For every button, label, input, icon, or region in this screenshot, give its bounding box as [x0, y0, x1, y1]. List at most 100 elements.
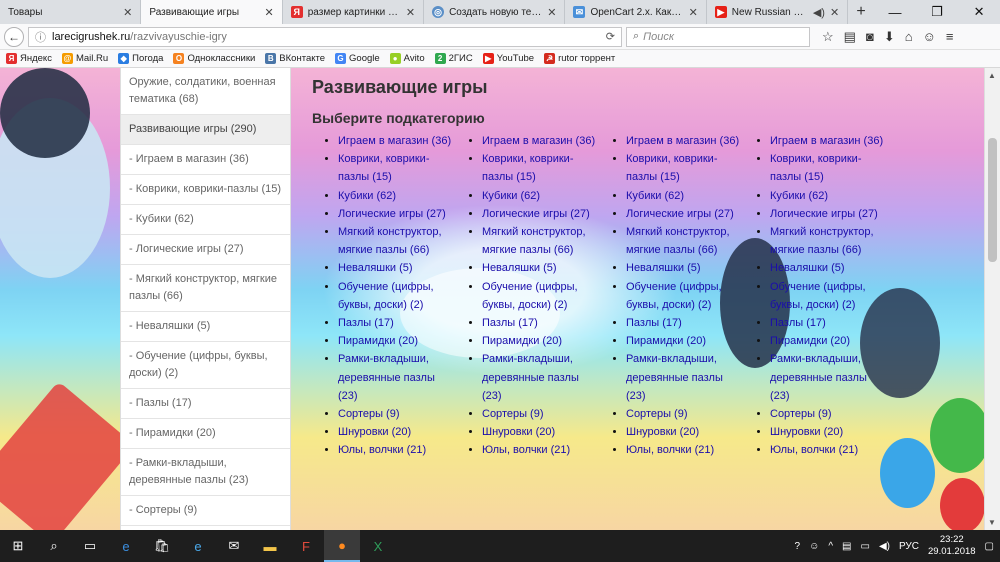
file-explorer-icon[interactable]: ▬	[252, 530, 288, 562]
scroll-up-icon[interactable]: ▲	[988, 71, 996, 80]
task-view-icon[interactable]: ▭	[72, 530, 108, 562]
subcategory-link[interactable]: Пазлы (17)	[626, 317, 682, 329]
subcategory-link[interactable]: Пирамидки (20)	[626, 335, 706, 347]
notifications-icon[interactable]: ▢	[985, 541, 994, 552]
subcategory-link[interactable]: Юлы, волчки (21)	[482, 444, 570, 456]
download-icon[interactable]: ⬇	[884, 29, 895, 45]
sidebar-category-item[interactable]: - Играем в магазин (36)	[121, 145, 290, 175]
subcategory-link[interactable]: Кубики (62)	[770, 190, 828, 202]
subcategory-link[interactable]: Шнуровки (20)	[626, 426, 699, 438]
close-icon[interactable]: ✕	[123, 6, 132, 19]
subcategory-link[interactable]: Сортеры (9)	[482, 408, 544, 420]
subcategory-link[interactable]: Сортеры (9)	[626, 408, 688, 420]
subcategory-link[interactable]: Мягкий конструктор, мягкие пазлы (66)	[482, 226, 586, 256]
subcategory-link[interactable]: Пазлы (17)	[482, 317, 538, 329]
pocket-icon[interactable]: ◙	[866, 29, 874, 45]
sidebar-category-item[interactable]: - Мягкий конструктор, мягкие пазлы (66)	[121, 265, 290, 312]
edge-icon[interactable]: e	[108, 530, 144, 562]
bookmark-item[interactable]: G Google	[335, 53, 380, 64]
sidebar-category-item[interactable]: - Пирамидки (20)	[121, 419, 290, 449]
subcategory-link[interactable]: Обучение (цифры, буквы, доски) (2)	[482, 281, 578, 311]
subcategory-link[interactable]: Неваляшки (5)	[482, 262, 557, 274]
subcategory-link[interactable]: Рамки-вкладыши, деревянные пазлы (23)	[626, 353, 723, 401]
subcategory-link[interactable]: Пирамидки (20)	[338, 335, 418, 347]
sidebar-category-item[interactable]: Развивающие игры (290)	[121, 115, 290, 145]
search-icon[interactable]: ⌕	[36, 530, 72, 562]
close-icon[interactable]: ✕	[830, 6, 839, 19]
subcategory-link[interactable]: Шнуровки (20)	[770, 426, 843, 438]
subcategory-link[interactable]: Играем в магазин (36)	[338, 135, 451, 147]
people-icon[interactable]: ☺	[809, 541, 819, 552]
filezilla-icon[interactable]: F	[288, 530, 324, 562]
close-window-icon[interactable]: ✕	[958, 0, 1000, 24]
home-icon[interactable]: ⌂	[905, 29, 913, 45]
subcategory-link[interactable]: Играем в магазин (36)	[770, 135, 883, 147]
subcategory-link[interactable]: Шнуровки (20)	[338, 426, 411, 438]
close-icon[interactable]: ✕	[265, 6, 274, 19]
subcategory-link[interactable]: Логические игры (27)	[770, 208, 878, 220]
subcategory-link[interactable]: Пазлы (17)	[338, 317, 394, 329]
tab-4[interactable]: ✉ OpenCart 2.x. Как упр ✕	[565, 0, 707, 24]
bookmark-item[interactable]: @ Mail.Ru	[61, 53, 108, 64]
menu-icon[interactable]: ≡	[946, 29, 954, 45]
subcategory-link[interactable]: Обучение (цифры, буквы, доски) (2)	[338, 281, 434, 311]
bookmark-item[interactable]: ● Avito	[389, 53, 425, 64]
subcategory-link[interactable]: Неваляшки (5)	[338, 262, 413, 274]
sidebar-category-item[interactable]: - Кубики (62)	[121, 205, 290, 235]
subcategory-link[interactable]: Неваляшки (5)	[626, 262, 701, 274]
subcategory-link[interactable]: Кубики (62)	[338, 190, 396, 202]
sidebar-category-item[interactable]: - Обучение (цифры, буквы, доски) (2)	[121, 342, 290, 389]
ie-icon[interactable]: e	[180, 530, 216, 562]
close-icon[interactable]: ✕	[406, 6, 415, 19]
tray-expand-icon[interactable]: ^	[828, 541, 833, 552]
subcategory-link[interactable]: Мягкий конструктор, мягкие пазлы (66)	[338, 226, 442, 256]
bookmark-item[interactable]: Я Яндекс	[6, 53, 52, 64]
tab-5[interactable]: ▶ New Russian Musi ◀) ✕	[707, 0, 849, 24]
subcategory-link[interactable]: Пазлы (17)	[770, 317, 826, 329]
subcategory-link[interactable]: Коврики, коврики-пазлы (15)	[626, 153, 717, 183]
sidebar-category-item[interactable]: - Сортеры (9)	[121, 496, 290, 526]
minimize-icon[interactable]: —	[874, 0, 916, 24]
clock[interactable]: 23:22 29.01.2018	[928, 534, 976, 558]
firefox-icon[interactable]: ●	[324, 530, 360, 562]
subcategory-link[interactable]: Шнуровки (20)	[482, 426, 555, 438]
subcategory-link[interactable]: Кубики (62)	[482, 190, 540, 202]
sidebar-category-item[interactable]: - Рамки-вкладыши, деревянные пазлы (23)	[121, 449, 290, 496]
network-icon[interactable]: ▤	[842, 541, 851, 552]
subcategory-link[interactable]: Логические игры (27)	[338, 208, 446, 220]
subcategory-link[interactable]: Играем в магазин (36)	[626, 135, 739, 147]
subcategory-link[interactable]: Мягкий конструктор, мягкие пазлы (66)	[770, 226, 874, 256]
subcategory-link[interactable]: Рамки-вкладыши, деревянные пазлы (23)	[770, 353, 867, 401]
scroll-down-icon[interactable]: ▼	[988, 518, 996, 527]
chat-icon[interactable]: ☺	[923, 29, 936, 45]
mail-icon[interactable]: ✉	[216, 530, 252, 562]
tab-1[interactable]: Развивающие игры ✕	[141, 0, 283, 24]
bookmark-star-icon[interactable]: ☆	[822, 29, 834, 45]
sidebar-category-item[interactable]: Оружие, солдатики, военная тематика (68)	[121, 68, 290, 115]
scrollbar-thumb[interactable]	[988, 138, 997, 262]
reading-list-icon[interactable]: ▤	[844, 29, 856, 45]
battery-icon[interactable]: ▭	[860, 541, 869, 552]
help-icon[interactable]: ?	[795, 541, 801, 552]
subcategory-link[interactable]: Мягкий конструктор, мягкие пазлы (66)	[626, 226, 730, 256]
subcategory-link[interactable]: Рамки-вкладыши, деревянные пазлы (23)	[338, 353, 435, 401]
subcategory-link[interactable]: Коврики, коврики-пазлы (15)	[770, 153, 861, 183]
url-bar[interactable]: ⓘ larecigrushek.ru/razvivayuschie-igry ⟳	[28, 26, 622, 47]
maximize-icon[interactable]: ❐	[916, 0, 958, 24]
subcategory-link[interactable]: Сортеры (9)	[338, 408, 400, 420]
bookmark-item[interactable]: O Одноклассники	[173, 53, 255, 64]
new-tab-button[interactable]: +	[848, 0, 874, 24]
bookmark-item[interactable]: B ВКонтакте	[265, 53, 325, 64]
search-input[interactable]: ⌕ Поиск	[626, 26, 810, 47]
subcategory-link[interactable]: Пирамидки (20)	[770, 335, 850, 347]
subcategory-link[interactable]: Неваляшки (5)	[770, 262, 845, 274]
subcategory-link[interactable]: Юлы, волчки (21)	[770, 444, 858, 456]
subcategory-link[interactable]: Кубики (62)	[626, 190, 684, 202]
sidebar-category-item[interactable]: - Неваляшки (5)	[121, 312, 290, 342]
bookmark-item[interactable]: ☭ rutor торрент	[544, 53, 615, 64]
speaker-icon[interactable]: ◀)	[813, 6, 825, 19]
sidebar-category-item[interactable]: - Пазлы (17)	[121, 389, 290, 419]
back-button[interactable]: ←	[4, 26, 24, 47]
windows-start-icon[interactable]: ⊞	[0, 530, 36, 562]
subcategory-link[interactable]: Рамки-вкладыши, деревянные пазлы (23)	[482, 353, 579, 401]
